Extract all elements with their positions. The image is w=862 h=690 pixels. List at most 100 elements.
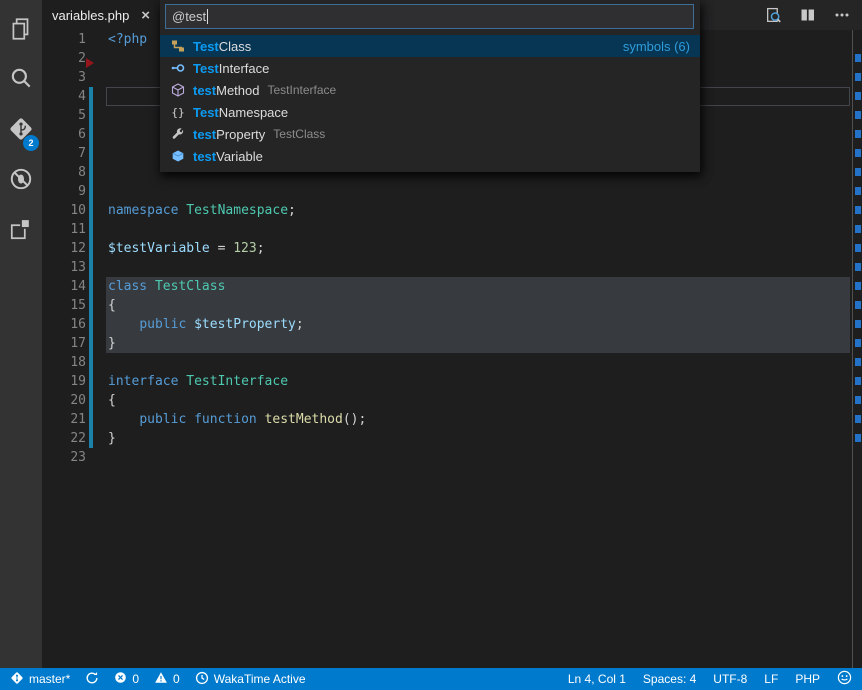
code-line[interactable]: interface TestInterface <box>108 372 850 391</box>
method-icon <box>170 82 186 98</box>
code-token: (); <box>343 412 366 427</box>
git-branch-item[interactable]: master* <box>10 671 70 688</box>
modified-line-mark <box>855 377 861 385</box>
code-line[interactable]: public function testMethod(); <box>108 410 850 429</box>
code-line[interactable] <box>108 258 850 277</box>
symbol-label: TestClass <box>193 39 251 54</box>
status-bar-right: Ln 4, Col 1 Spaces: 4 UTF-8 LF PHP <box>551 670 852 688</box>
modified-line-mark <box>855 149 861 157</box>
line-number: 16 <box>42 315 86 334</box>
sidebar-item-search[interactable] <box>0 56 42 106</box>
quickopen-item[interactable]: testVariable <box>160 145 700 167</box>
eol-item[interactable]: LF <box>764 672 778 686</box>
cursor-position-label: Ln 4, Col 1 <box>568 672 626 686</box>
overview-ruler[interactable] <box>852 30 862 668</box>
code-token: } <box>108 431 116 446</box>
clock-icon <box>195 671 209 688</box>
code-token: } <box>108 336 116 351</box>
modified-line-mark <box>855 320 861 328</box>
code-line[interactable]: $testVariable = 123; <box>108 239 850 258</box>
git-branch-label: master* <box>29 672 70 686</box>
line-number: 21 <box>42 410 86 429</box>
quickopen-input[interactable]: @test <box>165 4 694 29</box>
sync-item[interactable] <box>85 671 99 688</box>
error-icon <box>114 671 127 687</box>
interface-icon <box>170 60 186 76</box>
warning-count: 0 <box>173 672 180 686</box>
status-bar: master* 0 0 WakaTime Active Ln 4, Col 1 … <box>0 668 862 690</box>
line-number: 14 <box>42 277 86 296</box>
encoding-item[interactable]: UTF-8 <box>713 672 747 686</box>
quickopen-item[interactable]: testMethod TestInterface <box>160 79 700 101</box>
quickopen-item[interactable]: TestInterface <box>160 57 700 79</box>
symbol-label: testMethod <box>193 83 260 98</box>
indentation-label: Spaces: 4 <box>643 672 696 686</box>
extensions-icon <box>8 216 34 247</box>
code-line[interactable]: { <box>108 296 850 315</box>
sidebar-item-source-control[interactable]: 2 <box>0 106 42 156</box>
quickopen-item[interactable]: {} TestNamespace <box>160 101 700 123</box>
symbol-label: testProperty <box>193 127 265 142</box>
code-line[interactable] <box>108 353 850 372</box>
language-mode-label: PHP <box>795 672 820 686</box>
more-actions-icon[interactable] <box>834 7 850 23</box>
modified-line-mark <box>855 54 861 62</box>
search-icon <box>8 66 34 97</box>
code-line[interactable]: } <box>108 334 850 353</box>
line-number: 3 <box>42 68 86 87</box>
modified-line-mark <box>855 111 861 119</box>
quickopen-item[interactable]: testProperty TestClass <box>160 123 700 145</box>
code-token: class <box>108 279 155 294</box>
modified-line-mark <box>855 187 861 195</box>
code-token: <?php <box>108 32 147 47</box>
line-number: 18 <box>42 353 86 372</box>
source-control-badge: 2 <box>23 135 39 151</box>
tab-variables-php[interactable]: variables.php × <box>42 0 160 30</box>
sidebar-item-explorer[interactable] <box>0 6 42 56</box>
warnings-item[interactable]: 0 <box>154 671 180 687</box>
indentation-item[interactable]: Spaces: 4 <box>643 672 696 686</box>
line-number: 12 <box>42 239 86 258</box>
code-line[interactable]: { <box>108 391 850 410</box>
code-token: TestInterface <box>186 374 288 389</box>
symbol-detail: TestClass <box>273 127 325 141</box>
code-token: $testProperty <box>194 317 296 332</box>
modified-line-mark <box>855 130 861 138</box>
wakatime-item[interactable]: WakaTime Active <box>195 671 306 688</box>
code-line[interactable] <box>108 220 850 239</box>
split-editor-icon[interactable] <box>800 7 816 23</box>
modified-line-mark <box>855 225 861 233</box>
modified-line-mark <box>855 396 861 404</box>
sidebar-item-extensions[interactable] <box>0 206 42 256</box>
code-line[interactable] <box>108 448 850 467</box>
gutter-numbers: 1234567891011121314151617181920212223 <box>42 30 86 467</box>
sidebar-item-debug[interactable] <box>0 156 42 206</box>
line-number: 17 <box>42 334 86 353</box>
language-mode-item[interactable]: PHP <box>795 672 820 686</box>
code-token: namespace <box>108 203 186 218</box>
results-count-badge: symbols (6) <box>623 39 690 54</box>
code-token: testMethod <box>265 412 343 427</box>
code-token: 123 <box>233 241 256 256</box>
line-number: 10 <box>42 201 86 220</box>
cursor-position-item[interactable]: Ln 4, Col 1 <box>568 672 626 686</box>
code-line[interactable]: namespace TestNamespace; <box>108 201 850 220</box>
feedback-item[interactable] <box>837 670 852 688</box>
close-icon[interactable]: × <box>141 8 150 23</box>
code-line[interactable]: } <box>108 429 850 448</box>
code-token: { <box>108 393 116 408</box>
code-line[interactable] <box>108 182 850 201</box>
line-number: 8 <box>42 163 86 182</box>
quickopen-input-value: @test <box>172 9 206 24</box>
code-token: public <box>139 412 194 427</box>
line-number: 19 <box>42 372 86 391</box>
modified-line-mark <box>855 73 861 81</box>
code-line[interactable]: class TestClass <box>108 277 850 296</box>
errors-item[interactable]: 0 <box>114 671 139 687</box>
quickopen-item[interactable]: TestClass symbols (6) <box>160 35 700 57</box>
document-search-icon[interactable] <box>765 7 782 24</box>
code-line[interactable]: public $testProperty; <box>108 315 850 334</box>
modified-line-mark <box>855 263 861 271</box>
error-count: 0 <box>132 672 139 686</box>
text-cursor <box>207 9 208 24</box>
